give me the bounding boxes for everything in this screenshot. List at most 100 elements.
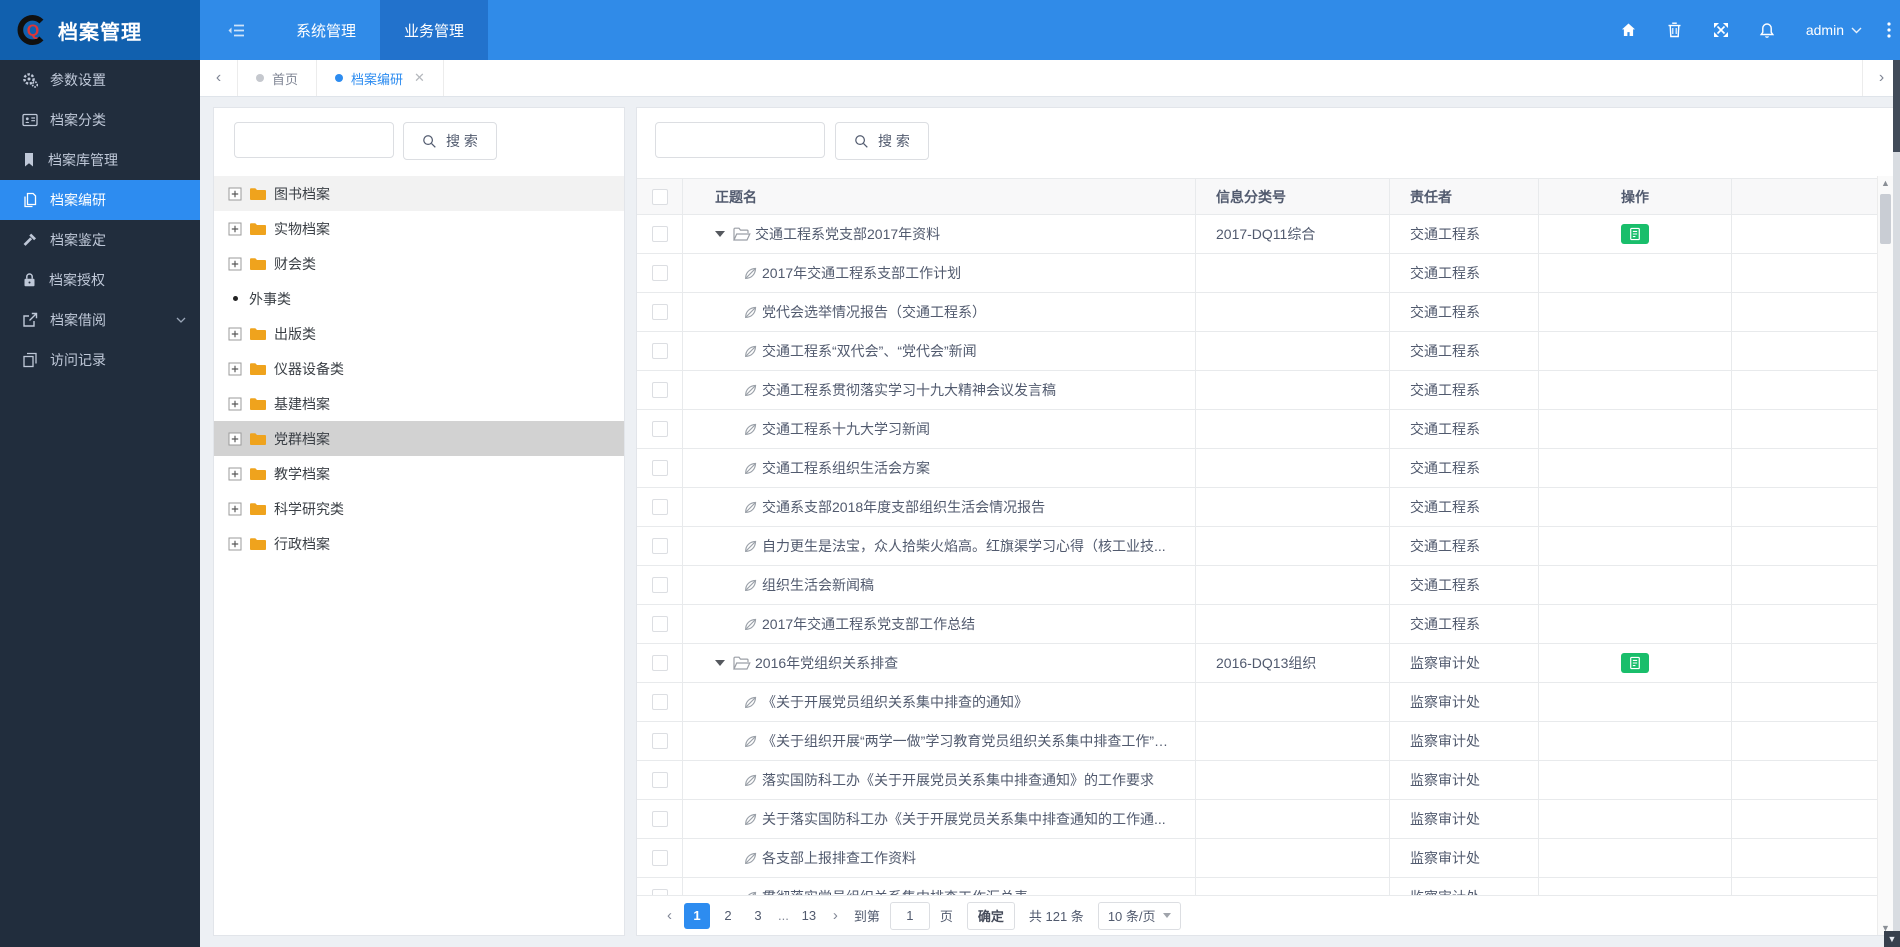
row-filler — [1732, 644, 1877, 682]
tree-node-2[interactable]: 财会类 — [214, 246, 624, 281]
sidebar-item-4[interactable]: 档案鉴定 — [0, 220, 200, 260]
row-filler — [1732, 410, 1877, 448]
tree-search-input[interactable] — [234, 122, 394, 158]
row-checkbox[interactable] — [652, 382, 668, 398]
row-checkbox[interactable] — [652, 265, 668, 281]
trash-icon[interactable] — [1652, 0, 1698, 60]
row-checkbox[interactable] — [652, 577, 668, 593]
tree-node-label: 教学档案 — [274, 464, 330, 484]
tree-search-button[interactable]: 搜 索 — [403, 122, 497, 160]
folder-icon — [249, 501, 267, 516]
row-checkbox[interactable] — [652, 226, 668, 242]
row-action-button[interactable] — [1621, 653, 1649, 673]
row-code — [1196, 371, 1390, 409]
page-size-select[interactable]: 10 条/页 — [1098, 902, 1181, 930]
scrollbar-thumb[interactable] — [1880, 194, 1891, 244]
row-title: 交通工程系党支部2017年资料 — [755, 224, 940, 244]
jump-confirm-button[interactable]: 确定 — [967, 902, 1015, 930]
sidebar-item-2[interactable]: 档案库管理 — [0, 140, 200, 180]
total-count-label: 共 121 条 — [1029, 906, 1084, 925]
page-number-13[interactable]: 13 — [797, 904, 821, 928]
table-row-16: 各支部上报排查工作资料监察审计处 — [637, 839, 1877, 878]
sidebar-item-6[interactable]: 档案借阅 — [0, 300, 200, 340]
sidebar-item-3[interactable]: 档案编研 — [0, 180, 200, 220]
menu-system-management[interactable]: 系统管理 — [272, 0, 380, 60]
expand-icon[interactable] — [1698, 0, 1744, 60]
tab-close-icon[interactable]: ✕ — [414, 70, 425, 86]
next-page-button[interactable]: › — [827, 907, 844, 924]
more-menu-icon[interactable] — [1878, 0, 1900, 60]
row-checkbox[interactable] — [652, 304, 668, 320]
plus-box-icon — [228, 502, 242, 516]
row-checkbox[interactable] — [652, 343, 668, 359]
row-title: 2017年交通工程系党支部工作总结 — [762, 614, 975, 634]
tab-0[interactable]: 首页 — [238, 60, 317, 96]
prev-page-button[interactable]: ‹ — [661, 907, 678, 924]
caret-down-icon[interactable] — [715, 231, 725, 237]
row-checkbox[interactable] — [652, 694, 668, 710]
page-number-2[interactable]: 2 — [716, 904, 740, 928]
scroll-up-arrow-icon[interactable]: ▲ — [1878, 178, 1893, 188]
tree-node-7[interactable]: 党群档案 — [214, 421, 624, 456]
sidebar-item-1[interactable]: 档案分类 — [0, 100, 200, 140]
sidebar-item-label: 档案分类 — [50, 110, 186, 130]
sidebar-item-7[interactable]: 访问记录 — [0, 340, 200, 380]
row-checkbox[interactable] — [652, 850, 668, 866]
sidebar-collapse-button[interactable] — [200, 0, 272, 60]
tree-node-label: 科学研究类 — [274, 499, 344, 519]
tab-1[interactable]: 档案编研✕ — [317, 60, 444, 96]
page-number-3[interactable]: 3 — [746, 904, 770, 928]
row-owner: 监察审计处 — [1390, 878, 1539, 895]
tree-node-9[interactable]: 科学研究类 — [214, 491, 624, 526]
tree-node-5[interactable]: 仪器设备类 — [214, 351, 624, 386]
tree-node-10[interactable]: 行政档案 — [214, 526, 624, 561]
row-code — [1196, 722, 1390, 760]
row-title: 2016年党组织关系排查 — [755, 653, 898, 673]
sidebar-item-0[interactable]: 参数设置 — [0, 60, 200, 100]
column-header-code: 信息分类号 — [1196, 179, 1390, 214]
row-checkbox[interactable] — [652, 811, 668, 827]
table-scrollbar[interactable]: ▲ ▼ — [1877, 176, 1893, 935]
table-search-label: 搜 索 — [878, 131, 910, 151]
home-icon[interactable] — [1606, 0, 1652, 60]
row-code: 2016-DQ13组织 — [1196, 644, 1390, 682]
row-checkbox[interactable] — [652, 733, 668, 749]
page-jump-input[interactable] — [890, 902, 930, 930]
page-number-1[interactable]: 1 — [684, 903, 710, 929]
tree-node-6[interactable]: 基建档案 — [214, 386, 624, 421]
leaf-icon — [743, 266, 758, 281]
row-checkbox[interactable] — [652, 499, 668, 515]
tree-node-8[interactable]: 教学档案 — [214, 456, 624, 491]
menu-business-management[interactable]: 业务管理 — [380, 0, 488, 60]
tabs-scroll-left-button[interactable]: ‹ — [200, 60, 238, 96]
bell-icon[interactable] — [1744, 0, 1790, 60]
row-action-button[interactable] — [1621, 224, 1649, 244]
table-search-input[interactable] — [655, 122, 825, 158]
caret-down-icon[interactable] — [715, 660, 725, 666]
page-scrollbar[interactable] — [1893, 60, 1900, 931]
category-tree-panel: 搜 索 图书档案实物档案财会类外事类出版类仪器设备类基建档案党群档案教学档案科学… — [213, 107, 625, 936]
page-scrollbar-thumb[interactable] — [1893, 60, 1900, 152]
sidebar-item-5[interactable]: 档案授权 — [0, 260, 200, 300]
tree-node-1[interactable]: 实物档案 — [214, 211, 624, 246]
row-checkbox[interactable] — [652, 460, 668, 476]
row-title: 交通工程系贯彻落实学习十九大精神会议发言稿 — [762, 380, 1056, 400]
row-checkbox[interactable] — [652, 616, 668, 632]
row-checkbox[interactable] — [652, 655, 668, 671]
search-icon — [854, 134, 869, 149]
select-all-checkbox[interactable] — [652, 189, 668, 205]
page-scroll-corner[interactable]: ▼ — [1884, 931, 1900, 947]
leaf-icon — [743, 500, 758, 515]
row-checkbox[interactable] — [652, 421, 668, 437]
tree-node-0[interactable]: 图书档案 — [214, 176, 624, 211]
row-checkbox[interactable] — [652, 772, 668, 788]
row-owner: 监察审计处 — [1390, 761, 1539, 799]
tree-node-4[interactable]: 出版类 — [214, 316, 624, 351]
table-search-button[interactable]: 搜 索 — [835, 122, 929, 160]
row-code — [1196, 800, 1390, 838]
admin-menu[interactable]: admin — [1790, 0, 1878, 60]
tree-node-3[interactable]: 外事类 — [214, 281, 624, 316]
row-code — [1196, 605, 1390, 643]
tree-node-label: 出版类 — [274, 324, 316, 344]
row-checkbox[interactable] — [652, 538, 668, 554]
